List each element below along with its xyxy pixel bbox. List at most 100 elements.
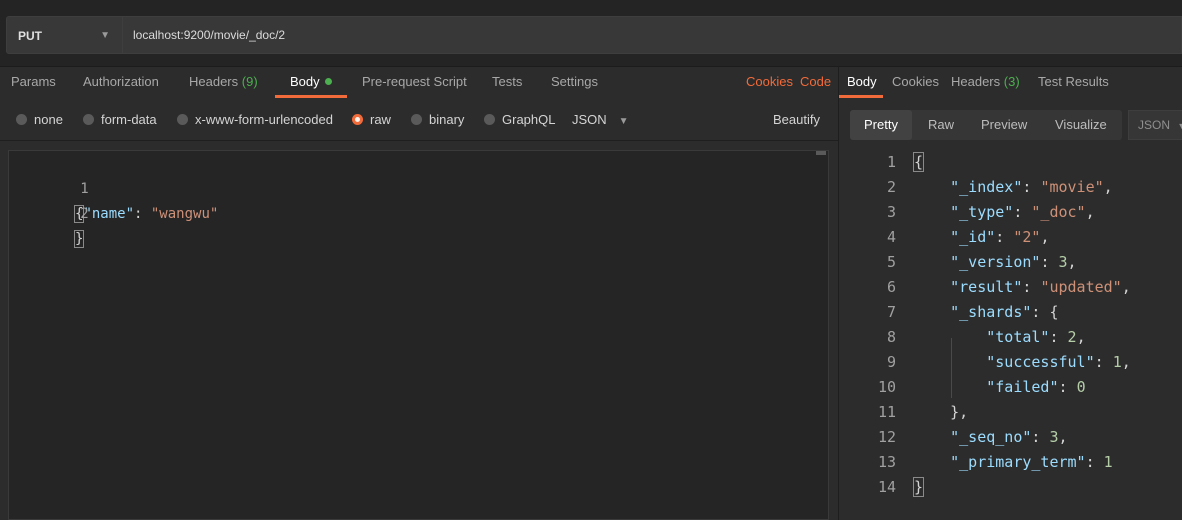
json-punct: , [1085,203,1095,221]
json-number: 1 [1103,453,1113,471]
request-body-editor[interactable]: 1 {"name": "wangwu" 2 } [8,150,829,520]
radio-none[interactable]: none [16,112,63,127]
code-text: "_type": "_doc", [914,200,1095,225]
json-number: 2 [1067,328,1077,346]
line-number: 11 [877,403,896,421]
json-number: 3 [1058,253,1068,271]
tab-settings[interactable]: Settings [551,66,598,98]
tab-params[interactable]: Params [11,66,56,98]
radio-icon [484,114,495,125]
tab-headers-label: Headers [189,74,239,89]
json-punct: : [1022,278,1041,296]
json-key: "_primary_term" [950,453,1086,471]
code-text: "_shards": { [914,300,1058,325]
line-number: 4 [886,228,896,246]
radio-icon [16,114,27,125]
response-tab-headers-label: Headers [951,74,1001,89]
tab-authorization[interactable]: Authorization [83,66,159,98]
json-number: 3 [1049,428,1059,446]
code-text: "total": 2, [914,325,1086,350]
line-number: 10 [877,378,896,396]
radio-form-data[interactable]: form-data [83,112,157,127]
tab-prerequest-script[interactable]: Pre-request Script [362,66,467,98]
line-number: 14 [877,478,896,496]
line-number: 2 [886,178,896,196]
body-format-dropdown[interactable]: JSON ▼ [572,112,629,127]
json-key: "_id" [950,228,996,246]
json-key: "total" [986,328,1050,346]
tab-tests[interactable]: Tests [492,66,522,98]
body-type-selector: none form-data x-www-form-urlencoded raw… [0,104,838,136]
tab-body[interactable]: Body [290,66,332,98]
view-preview-button[interactable]: Preview [981,110,1027,140]
response-view-toggle: Pretty Raw Preview Visualize [850,110,1122,140]
editor-scrollbar[interactable] [816,151,826,155]
json-punct: , [1076,328,1086,346]
json-key: "_seq_no" [950,428,1032,446]
response-tab-body[interactable]: Body [847,66,877,98]
response-tab-test-results[interactable]: Test Results [1038,66,1109,98]
method-select[interactable]: PUT ▼ [6,16,122,54]
code-text: "_seq_no": 3, [914,425,1067,450]
line-number: 2 [80,206,89,222]
json-key: "_version" [950,253,1041,271]
json-punct: : [134,206,151,222]
view-pretty-button[interactable]: Pretty [850,110,912,140]
code-text: "successful": 1, [914,350,1131,375]
code-text: "failed": 0 [914,375,1085,400]
code-link[interactable]: Code [800,66,831,98]
tab-headers[interactable]: Headers (9) [189,66,258,98]
pane-divider[interactable] [838,66,839,520]
json-string: "updated" [1040,278,1122,296]
json-number: 1 [1112,353,1122,371]
radio-urlencoded-label: x-www-form-urlencoded [195,112,333,127]
tab-body-label: Body [290,74,320,89]
view-raw-button[interactable]: Raw [928,110,954,140]
json-key: "_index" [950,178,1023,196]
response-body-viewer[interactable]: 1 { 2 "_index": "movie", 3 "_type": "_doc… [846,150,1182,520]
view-visualize-button[interactable]: Visualize [1055,110,1107,140]
json-punct: : [1013,203,1032,221]
divider [0,140,838,141]
json-brace: { [912,152,925,172]
json-key: "_type" [950,203,1014,221]
json-key: "failed" [986,378,1059,396]
beautify-link[interactable]: Beautify [773,112,820,127]
chevron-down-icon: ▼ [1177,121,1182,131]
body-format-label: JSON [572,112,607,127]
url-input[interactable]: localhost:9200/movie/_doc/2 [122,16,1182,54]
radio-selected-icon [352,114,363,125]
code-text: }, [914,400,968,425]
radio-raw[interactable]: raw [352,112,391,127]
chevron-down-icon: ▼ [100,30,110,41]
method-label: PUT [18,29,42,43]
json-key: "result" [950,278,1023,296]
code-line: 1 {"name": "wangwu" [9,152,218,223]
radio-binary[interactable]: binary [411,112,464,127]
json-punct: , [1121,353,1131,371]
body-indicator-dot [324,78,332,85]
response-tab-headers[interactable]: Headers (3) [951,66,1020,98]
line-number: 12 [877,428,896,446]
radio-form-data-label: form-data [101,112,157,127]
code-line: 2 } [9,177,89,248]
json-key: "_shards" [950,303,1032,321]
json-punct: : [1022,178,1041,196]
code-text: "_primary_term": 1 [914,450,1113,475]
json-punct: : [1031,428,1050,446]
json-brace: } [73,230,85,248]
json-punct: }, [950,403,969,421]
radio-none-label: none [34,112,63,127]
radio-urlencoded[interactable]: x-www-form-urlencoded [177,112,333,127]
response-format-label: JSON [1138,118,1171,132]
response-tab-cookies[interactable]: Cookies [892,66,939,98]
radio-graphql[interactable]: GraphQL [484,112,555,127]
cookies-link[interactable]: Cookies [746,66,793,98]
request-tabs: Params Authorization Headers (9) Body Pr… [0,66,838,100]
json-string: "movie" [1040,178,1104,196]
code-text: "_index": "movie", [914,175,1113,200]
json-punct: , [1103,178,1113,196]
json-punct: : [1085,453,1104,471]
json-punct: : [1049,328,1068,346]
response-format-dropdown[interactable]: JSON ▼ [1128,110,1182,140]
